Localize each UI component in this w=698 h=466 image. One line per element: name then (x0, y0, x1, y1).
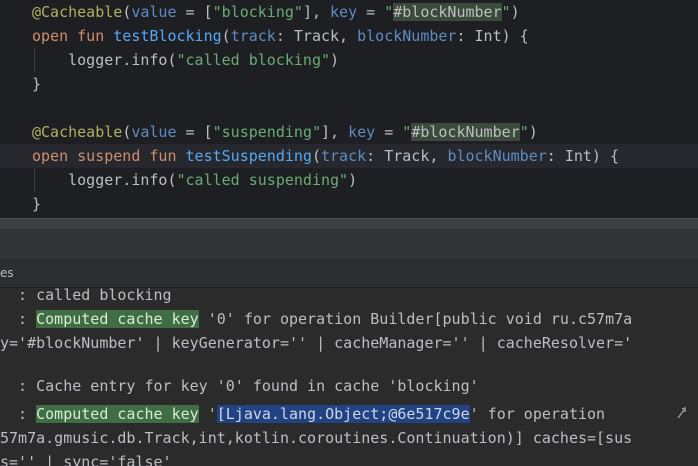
keyword: fun (77, 27, 105, 45)
separator: ], (321, 123, 349, 141)
operator: = [ (176, 123, 213, 141)
brace: } (32, 75, 42, 93)
function-name: testSuspending (185, 147, 312, 165)
keyword: fun (149, 147, 177, 165)
log-line: : called blocking (0, 288, 172, 304)
selection-highlight: [Ljava.lang.Object;@6e517c9e (216, 405, 470, 423)
param-name: blockNumber (447, 147, 547, 165)
code-line[interactable]: @Cacheable(value = ["blocking"], key = "… (0, 0, 698, 24)
separator: ], (302, 3, 331, 21)
log-line: : Computed cache key '[Ljava.lang.Object… (0, 403, 614, 425)
keyword: suspend (77, 147, 141, 165)
quote: " (501, 3, 511, 21)
paren: ( (311, 147, 321, 165)
param-name: key (330, 3, 358, 21)
log-text: ' for operation (469, 405, 615, 423)
log-line: 57m7a.gmusic.db.Track,int,kotlin.corouti… (0, 429, 633, 447)
run-tabs-strip: es (0, 258, 698, 288)
log-line: : Computed cache key '0' for operation B… (0, 308, 632, 330)
paren: ) (510, 3, 520, 21)
string-literal: "suspending" (212, 123, 321, 141)
annotation: @Cacheable (32, 123, 123, 141)
code-editor[interactable]: @Cacheable(value = ["blocking"], key = "… (0, 0, 698, 218)
paren: ) (348, 171, 358, 189)
console-output[interactable]: : called blocking : Computed cache key '… (0, 288, 698, 466)
code-line[interactable]: logger.info("called blocking") (0, 48, 698, 72)
keyword: open (32, 27, 69, 45)
operator: = [ (176, 3, 213, 21)
param-name: blockNumber (357, 27, 457, 45)
log-text: ' (198, 405, 217, 423)
code-line[interactable]: logger.info("called suspending") (0, 168, 698, 192)
tool-window-header (0, 230, 698, 258)
string-literal: "blocking" (212, 3, 303, 21)
log-prefix: : (0, 310, 37, 328)
type-annotation: : Track, (275, 27, 358, 45)
quote: " (402, 123, 412, 141)
log-line: : Cache entry for key '0' found in cache… (0, 377, 479, 395)
search-highlight: Computed cache key (36, 405, 199, 423)
operator: = (375, 123, 403, 141)
keyword: open (32, 147, 69, 165)
quote: " (519, 123, 529, 141)
panel-splitter[interactable] (0, 218, 698, 230)
code-line[interactable] (0, 96, 698, 120)
paren: ( (122, 123, 132, 141)
paren: ) (528, 123, 538, 141)
paren: ( (221, 27, 231, 45)
paren: ( (122, 3, 132, 21)
function-name: testBlocking (113, 27, 222, 45)
operator: = (357, 3, 385, 21)
code-line[interactable]: } (0, 72, 698, 96)
paren: ) (330, 51, 340, 69)
param-name: key (348, 123, 376, 141)
method-call: logger.info( (68, 51, 177, 69)
code-line[interactable]: open fun testBlocking(track: Track, bloc… (0, 24, 698, 48)
tab-label[interactable]: es (0, 266, 14, 280)
param-name: value (131, 123, 177, 141)
brace: } (32, 195, 42, 213)
method-call: logger.info( (68, 171, 177, 189)
search-highlight: Computed cache key (36, 310, 199, 328)
type-annotation: : Int) { (546, 147, 620, 165)
log-prefix: : (0, 405, 37, 423)
spel-expression: #blockNumber (411, 123, 520, 141)
param-name: value (131, 3, 177, 21)
param-name: track (230, 27, 276, 45)
type-annotation: : Int) { (456, 27, 529, 45)
log-line: s='' | sync='false' (0, 453, 172, 466)
spel-expression: #blockNumber (393, 3, 502, 21)
param-name: track (321, 147, 367, 165)
quote: " (384, 3, 394, 21)
log-text: '0' for operation Builder[public void ru… (198, 310, 633, 328)
soft-wrap-icon (677, 407, 686, 419)
type-annotation: : Track, (366, 147, 448, 165)
annotation: @Cacheable (32, 3, 123, 21)
code-line[interactable]: @Cacheable(value = ["suspending"], key =… (0, 120, 698, 144)
log-line: y='#blockNumber' | keyGenerator='' | cac… (0, 334, 633, 352)
string-literal: "called suspending" (176, 171, 349, 189)
string-literal: "called blocking" (176, 51, 331, 69)
code-line-current[interactable]: open suspend fun testSuspending(track: T… (0, 144, 698, 168)
code-line[interactable]: } (0, 192, 698, 216)
